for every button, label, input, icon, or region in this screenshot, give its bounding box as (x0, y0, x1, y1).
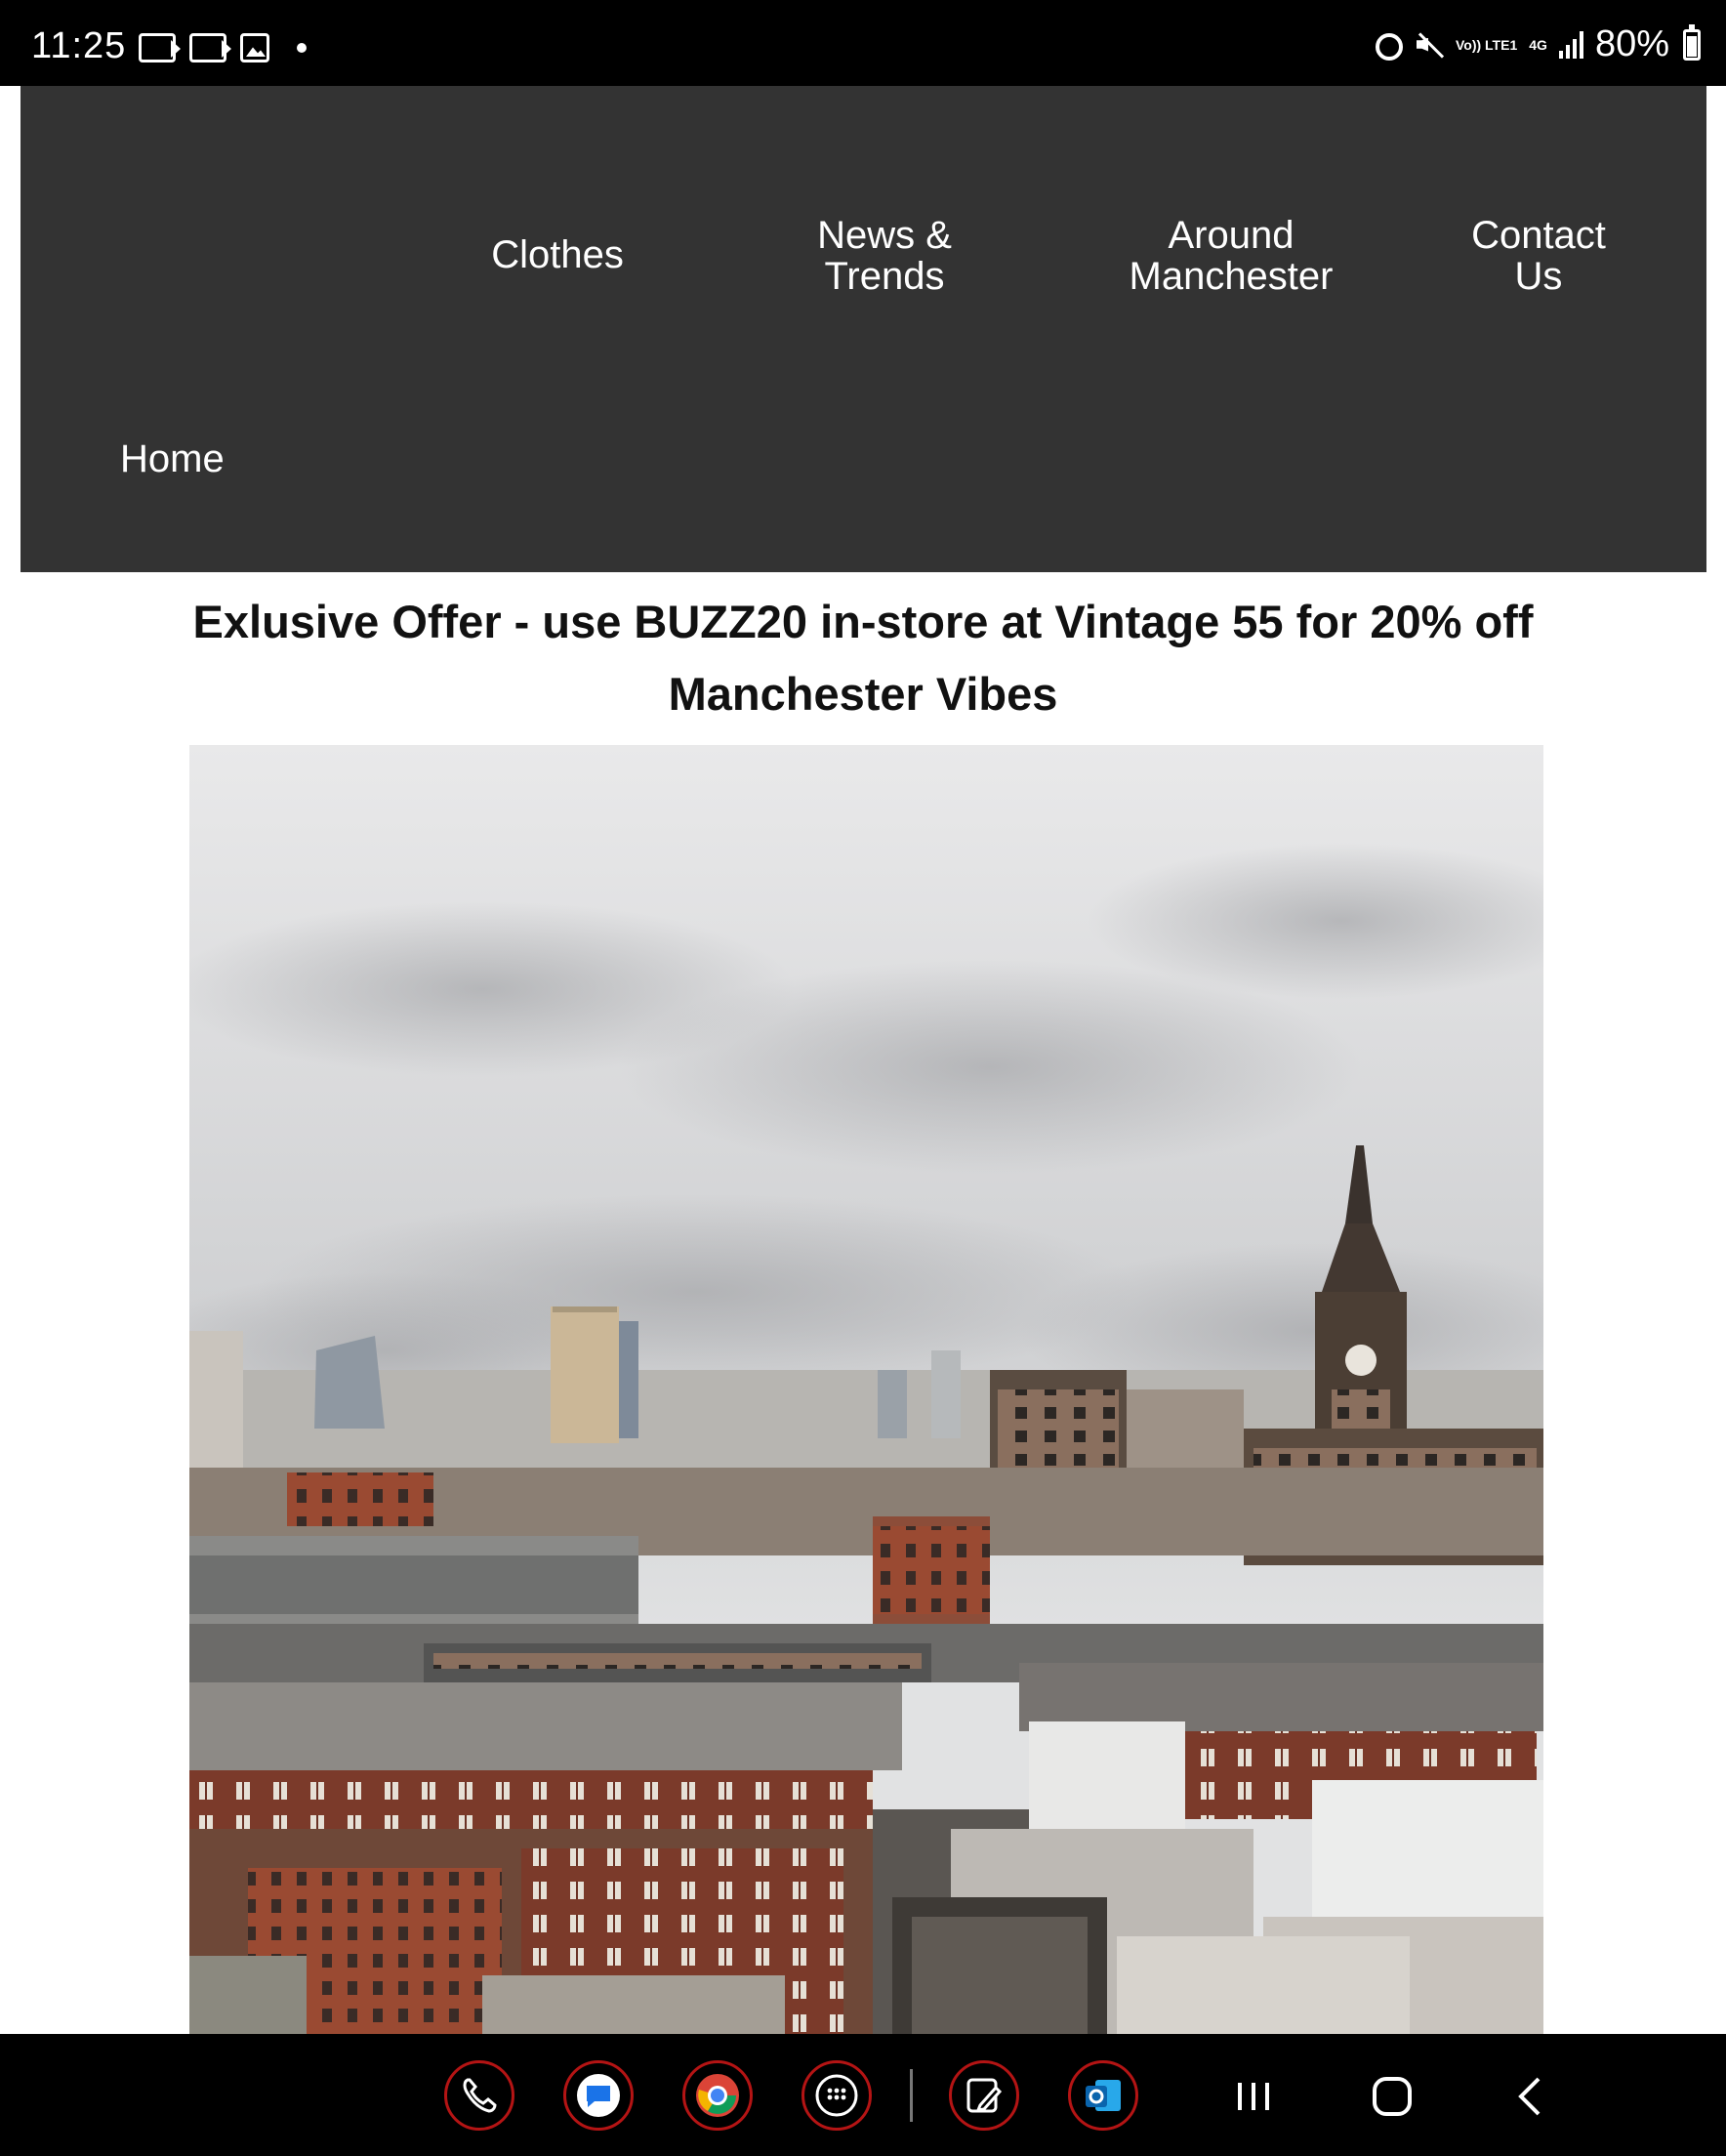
status-bar: 11:25 Vo)) LTE1 4G 80% (0, 0, 1726, 86)
clock: 11:25 (31, 25, 127, 66)
notification-icons (139, 33, 307, 62)
nav-link-clothes[interactable]: Clothes (450, 234, 665, 275)
app-drawer-icon[interactable] (801, 2060, 872, 2131)
gallery-notification-icon (240, 33, 269, 62)
alarm-icon (1375, 32, 1403, 61)
dock-separator (910, 2069, 913, 2122)
signal-icon (1558, 30, 1583, 59)
nav-link-label-line: Around (1168, 214, 1294, 257)
back-icon[interactable] (1503, 2069, 1558, 2124)
notes-icon[interactable] (949, 2060, 1019, 2131)
nav-link-around-manchester[interactable]: Around Manchester (1016, 215, 1446, 297)
dot-icon (297, 43, 307, 53)
battery-percent: 80% (1594, 23, 1669, 64)
home-icon[interactable] (1365, 2069, 1419, 2124)
nav-link-label-line: Trends (824, 255, 945, 298)
nav-link-label-line: News & (817, 214, 952, 257)
battery-icon (1683, 23, 1701, 61)
outlook-icon[interactable] (1068, 2060, 1138, 2131)
android-navigation-bar (0, 2034, 1726, 2156)
manchester-skyline-photo (189, 745, 1543, 2034)
nav-link-home[interactable]: Home (120, 438, 267, 479)
chrome-icon[interactable] (682, 2060, 753, 2131)
page-title: Manchester Vibes (668, 668, 1058, 720)
mute-icon (1415, 30, 1444, 60)
system-status-icons: Vo)) LTE1 4G 80% (1375, 23, 1701, 65)
messages-icon[interactable] (563, 2060, 634, 2131)
site-navigation: Clothes News & Trends Around Manchester … (21, 86, 1706, 572)
offer-banner: Exlusive Offer - use BUZZ20 in-store at … (192, 596, 1534, 647)
nav-link-label-line: Manchester (1129, 255, 1334, 298)
outlook-notification-icon (189, 33, 226, 62)
recents-icon[interactable] (1226, 2069, 1281, 2124)
outlook-notification-icon (139, 33, 176, 62)
phone-icon[interactable] (444, 2060, 514, 2131)
nav-link-label-line: Us (1514, 255, 1563, 298)
nav-link-contact-us[interactable]: Contact Us (1407, 215, 1670, 297)
volte-icon: Vo)) LTE1 (1455, 36, 1518, 53)
nav-link-news-trends[interactable]: News & Trends (733, 215, 1036, 297)
4g-icon: 4G (1529, 36, 1547, 53)
nav-link-label-line: Contact (1471, 214, 1606, 257)
